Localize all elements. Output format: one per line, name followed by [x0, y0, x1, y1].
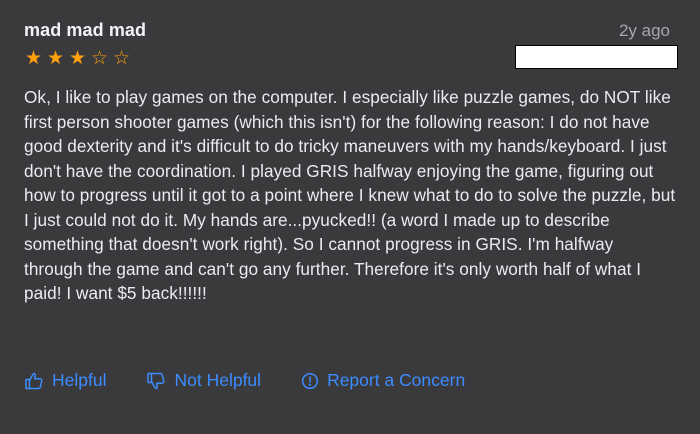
not-helpful-button[interactable]: Not Helpful: [146, 370, 261, 391]
report-concern-label: Report a Concern: [327, 370, 466, 390]
star-empty-icon: ☆: [90, 48, 109, 69]
redacted-box: [515, 45, 678, 69]
review-time: 2y ago: [618, 21, 670, 40]
thumbs-up-icon: [24, 371, 44, 391]
not-helpful-label: Not Helpful: [174, 370, 262, 390]
review-title: mad mad mad: [24, 20, 147, 40]
review-body: Ok, I like to play games on the computer…: [24, 87, 676, 303]
exclamation-circle-icon: [301, 372, 319, 390]
report-concern-button[interactable]: Report a Concern: [301, 370, 465, 391]
star-filled-icon: ★: [24, 48, 43, 69]
helpful-label: Helpful: [52, 370, 107, 390]
star-filled-icon: ★: [46, 48, 65, 69]
review-actions: Helpful Not Helpful Report a Concern: [24, 370, 465, 391]
star-rating: ★ ★ ★ ☆ ☆: [24, 47, 131, 71]
helpful-button[interactable]: Helpful: [24, 370, 106, 391]
review-card: mad mad mad 2y ago ★ ★ ★ ☆ ☆ Ok, I like …: [0, 0, 700, 434]
thumbs-down-icon: [146, 371, 166, 391]
star-filled-icon: ★: [68, 48, 87, 69]
star-empty-icon: ☆: [112, 48, 131, 69]
